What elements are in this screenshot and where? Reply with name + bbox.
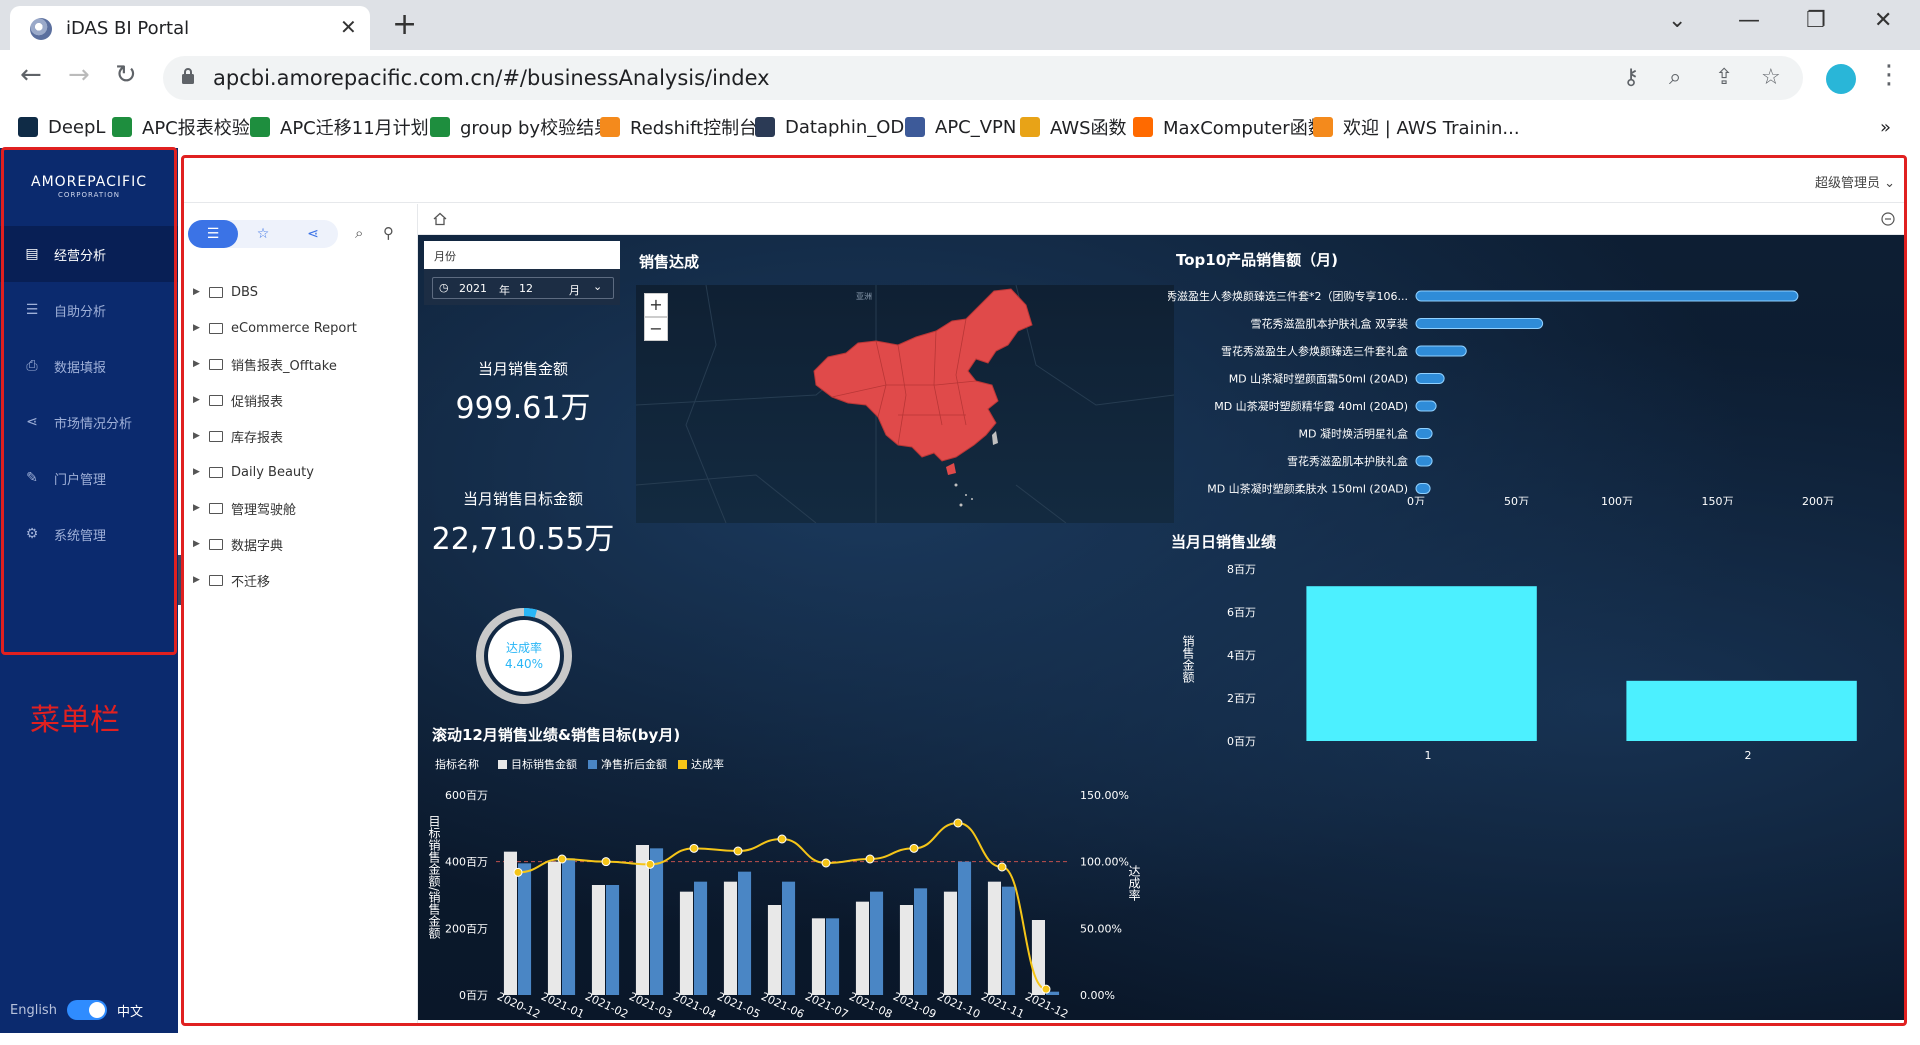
lock-icon <box>182 68 194 84</box>
bookmark-item[interactable]: group by校验结果 <box>430 114 612 140</box>
bookmark-item[interactable]: Dataphin_ODS <box>755 114 916 140</box>
tab-search-chevron-icon[interactable]: ⌄ <box>1668 8 1686 33</box>
bookmark-label: APC报表校验 <box>142 118 250 139</box>
lang-english-label: English <box>10 1002 57 1018</box>
more-bookmarks-icon[interactable]: » <box>1880 114 1891 140</box>
bookmark-item[interactable]: AWS函数 <box>1020 114 1127 140</box>
language-toggle[interactable] <box>66 1000 107 1020</box>
bookmark-item[interactable]: MaxComputer函数 <box>1133 114 1326 140</box>
bookmark-item[interactable]: APC迁移11月计划... <box>250 114 446 140</box>
bookmark-label: group by校验结果 <box>460 118 613 139</box>
bookmark-item[interactable]: APC报表校验 <box>112 114 250 140</box>
browser-tab[interactable]: iDAS BI Portal ✕ <box>10 6 370 50</box>
bookmark-item[interactable]: DeepL <box>18 114 105 140</box>
bookmark-favicon-icon <box>1313 117 1333 137</box>
annotation-box-sidebar <box>1 147 177 655</box>
bookmark-item[interactable]: APC_VPN <box>905 114 1016 140</box>
share-page-icon[interactable]: ⇪ <box>1715 65 1733 90</box>
browser-tab-bar: iDAS BI Portal ✕ + ⌄ — ❐ ✕ <box>0 0 1920 50</box>
bookmark-favicon-icon <box>430 117 450 137</box>
bookmark-item[interactable]: Redshift控制台 <box>600 114 757 140</box>
window-close-icon[interactable]: ✕ <box>1874 8 1892 33</box>
address-bar-row: ← → ↻ apcbi.amorepacific.com.cn/#/busine… <box>0 50 1920 106</box>
bookmark-label: AWS函数 <box>1050 118 1127 139</box>
annotation-label: 菜单栏 <box>30 703 120 738</box>
tab-close-icon[interactable]: ✕ <box>340 15 357 39</box>
bookmark-favicon-icon <box>1133 117 1153 137</box>
key-icon[interactable]: ⚷ <box>1623 65 1639 90</box>
lang-chinese-label: 中文 <box>116 1004 143 1020</box>
url-text: apcbi.amorepacific.com.cn/#/businessAnal… <box>213 66 770 90</box>
bookmark-favicon-icon <box>600 117 620 137</box>
bookmarks-bar: DeepL APC报表校验 APC迁移11月计划... group by校验结果 Red… <box>0 106 1920 148</box>
restore-icon[interactable]: ❐ <box>1806 8 1826 33</box>
site-favicon-icon <box>30 18 52 40</box>
bookmark-label: Redshift控制台 <box>630 118 758 139</box>
bookmark-star-icon[interactable]: ☆ <box>1761 65 1781 90</box>
bookmark-label: Dataphin_ODS <box>785 116 916 138</box>
annotation-box-main <box>181 155 1907 1026</box>
language-switch: English 中文 <box>10 1000 143 1020</box>
bookmark-favicon-icon <box>905 117 925 137</box>
forward-icon[interactable]: → <box>68 60 90 90</box>
tab-title: iDAS BI Portal <box>66 18 190 39</box>
bookmark-favicon-icon <box>1020 117 1040 137</box>
new-tab-icon[interactable]: + <box>392 7 417 42</box>
bookmark-label: 欢迎 | AWS Trainin... <box>1343 118 1520 139</box>
bookmark-label: APC_VPN <box>935 116 1017 138</box>
omnibox[interactable]: apcbi.amorepacific.com.cn/#/businessAnal… <box>163 56 1803 100</box>
bookmark-favicon-icon <box>755 117 775 137</box>
minimize-icon[interactable]: — <box>1738 8 1760 33</box>
zoom-icon[interactable]: ⌕ <box>1669 65 1681 90</box>
reload-icon[interactable]: ↻ <box>115 60 137 90</box>
bookmark-label: DeepL <box>48 116 106 138</box>
bookmark-favicon-icon <box>112 117 132 137</box>
bookmark-item[interactable]: 欢迎 | AWS Trainin... <box>1313 114 1520 140</box>
browser-menu-icon[interactable]: ⋮ <box>1876 60 1902 90</box>
bookmark-favicon-icon <box>18 117 38 137</box>
bookmark-favicon-icon <box>250 117 270 137</box>
bookmark-label: APC迁移11月计划... <box>280 118 446 139</box>
bookmark-label: MaxComputer函数 <box>1163 118 1326 139</box>
profile-avatar[interactable] <box>1826 64 1856 94</box>
back-icon[interactable]: ← <box>20 60 42 90</box>
